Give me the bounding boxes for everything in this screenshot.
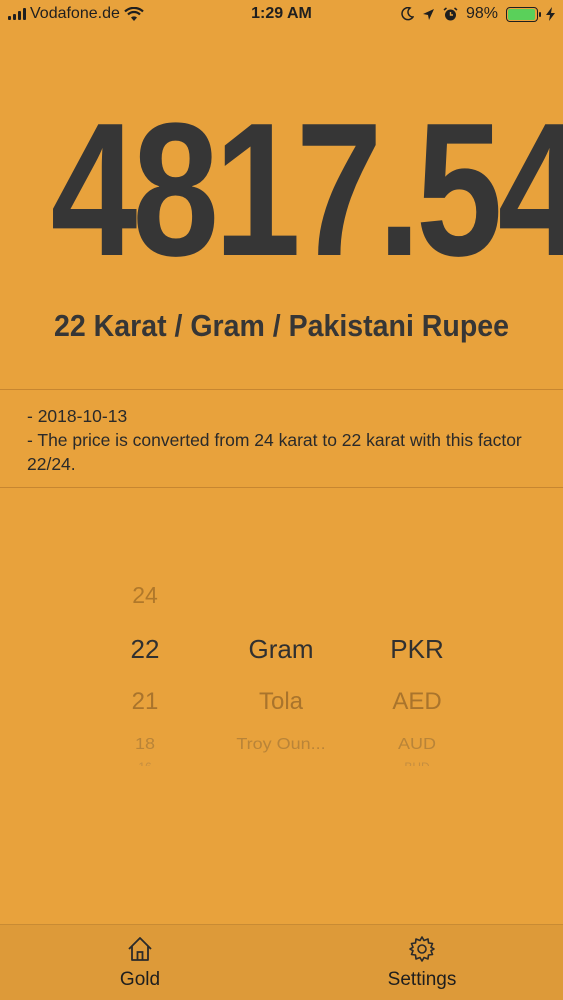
tab-gold-label: Gold bbox=[119, 969, 161, 990]
home-icon bbox=[128, 937, 152, 961]
app-screen: Vodafone.de 1:29 AM 98% 4817.54 22 Karat… bbox=[0, 0, 563, 1000]
currency-option[interactable]: BHD bbox=[332, 760, 502, 766]
tab-gold[interactable]: Gold bbox=[60, 935, 220, 991]
currency-option-selected[interactable]: PKR bbox=[332, 634, 502, 665]
info-text: - 2018-10-13 - The price is converted fr… bbox=[27, 404, 537, 476]
tab-settings-label: Settings bbox=[387, 969, 457, 990]
battery-fill bbox=[508, 8, 536, 20]
karat-option[interactable]: 16 bbox=[60, 760, 230, 766]
selection-picker[interactable]: 24 22 21 18 16 Gram Tola Troy Oun... PKR… bbox=[0, 570, 563, 770]
info-date: - 2018-10-13 bbox=[27, 406, 128, 426]
status-right: 98% bbox=[401, 5, 555, 23]
status-bar: Vodafone.de 1:29 AM 98% bbox=[0, 0, 563, 30]
alarm-icon bbox=[443, 6, 458, 20]
tab-settings[interactable]: Settings bbox=[342, 935, 502, 991]
battery-icon bbox=[506, 6, 541, 22]
price-unit-label: 22 Karat / Gram / Pakistani Rupee bbox=[54, 308, 509, 343]
battery-percent: 98% bbox=[465, 5, 498, 22]
gear-icon bbox=[409, 936, 435, 962]
price-value: 4817.54 bbox=[50, 84, 563, 296]
karat-option[interactable]: 24 bbox=[60, 582, 230, 609]
currency-option[interactable]: AED bbox=[332, 688, 502, 716]
info-conversion-note: - The price is converted from 24 karat t… bbox=[27, 430, 522, 474]
divider-bottom bbox=[0, 487, 563, 488]
location-icon bbox=[422, 8, 434, 20]
currency-option[interactable]: AUD bbox=[332, 736, 502, 754]
divider-top bbox=[0, 389, 563, 390]
tab-bar: Gold Settings bbox=[0, 924, 563, 1000]
moon-icon bbox=[401, 7, 414, 21]
charging-icon bbox=[546, 7, 555, 21]
